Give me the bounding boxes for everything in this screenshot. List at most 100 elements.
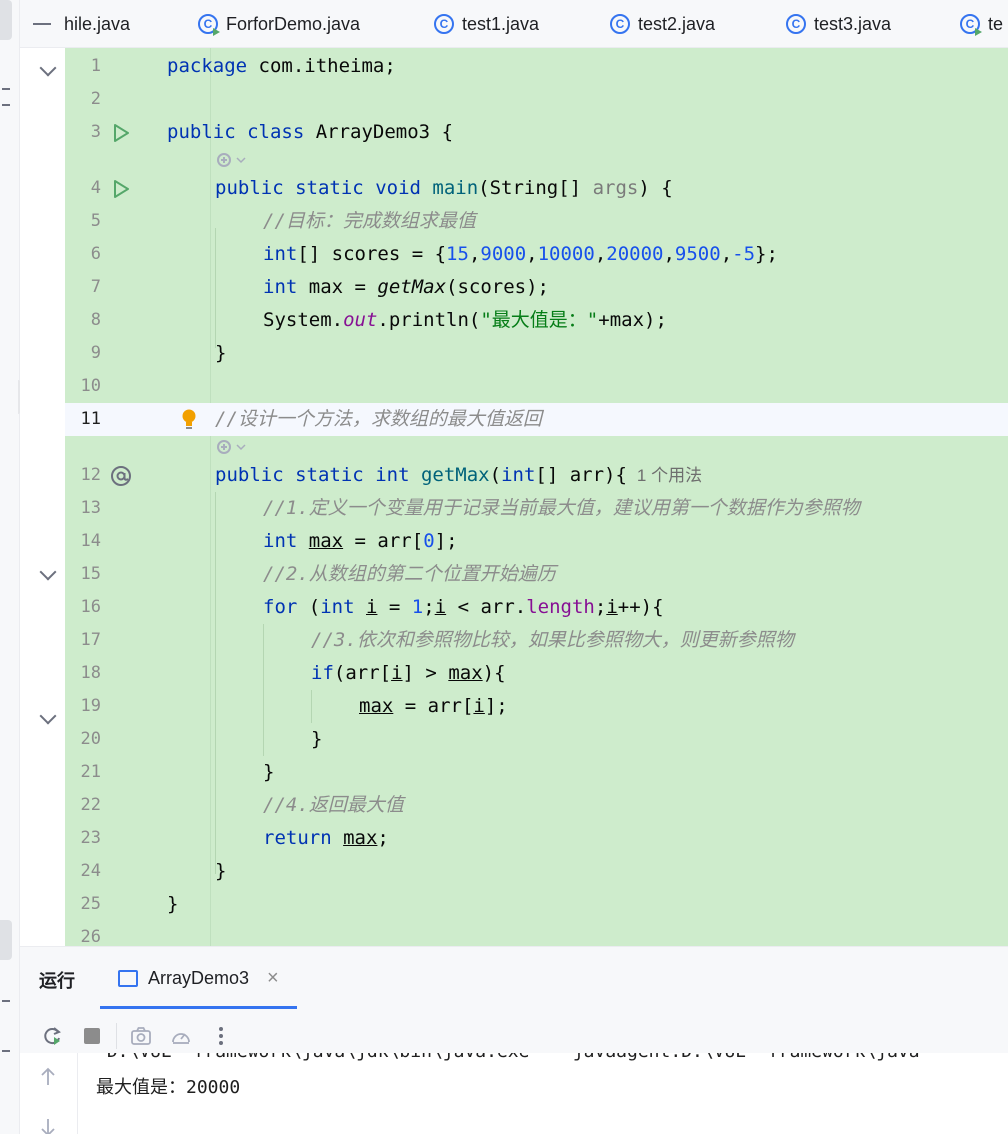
code-comment: //设计一个方法，求数组的最大值返回: [215, 408, 542, 430]
code-line[interactable]: 24 }: [65, 855, 1008, 888]
arrow-down-icon[interactable]: [40, 1117, 56, 1134]
code-line[interactable]: 17 //3.依次和参照物比较，如果比参照物大，则更新参照物: [65, 624, 1008, 657]
code-line[interactable]: 23 return max;: [65, 822, 1008, 855]
tab-test2-java[interactable]: C test2.java: [610, 0, 716, 47]
code-line[interactable]: 10: [65, 370, 1008, 403]
code-line[interactable]: 15 //2.从数组的第二个位置开始遍历: [65, 558, 1008, 591]
line-number: 5: [90, 211, 101, 231]
code-line[interactable]: 2: [65, 83, 1008, 116]
code-line[interactable]: 7 int max = getMax(scores);: [65, 271, 1008, 304]
class-icon: C: [434, 14, 454, 34]
code-line[interactable]: 18 if(arr[i] > max){: [65, 657, 1008, 690]
tool-strip-icon[interactable]: [2, 1050, 10, 1052]
stop-icon: [84, 1028, 100, 1044]
code-text: int max = getMax(scores);: [263, 276, 549, 298]
tool-strip-icon[interactable]: [2, 104, 10, 106]
tab-label: te: [988, 13, 1004, 34]
fold-chevron-icon[interactable]: [39, 563, 57, 581]
code-line[interactable]: 8 System.out.println("最大值是："+max);: [65, 304, 1008, 337]
line-number: 6: [90, 244, 101, 264]
code-text: max = arr[i];: [359, 695, 508, 717]
console-side-toolbar: [20, 1053, 78, 1134]
ai-hint-icon[interactable]: [215, 437, 246, 457]
run-tab-arraydemo3[interactable]: ArrayDemo3 ×: [100, 947, 297, 1009]
line-number: 16: [80, 597, 101, 617]
code-line[interactable]: 14 int max = arr[0];: [65, 525, 1008, 558]
code-line[interactable]: 6 int[] scores = {15,9000,10000,20000,95…: [65, 238, 1008, 271]
line-number: 20: [80, 729, 101, 749]
code-text: package com.itheima;: [167, 55, 396, 77]
line-number: 14: [80, 531, 101, 551]
screenshot-button[interactable]: [121, 1019, 161, 1053]
line-number: 18: [80, 663, 101, 683]
code-text: public static void main(String[] args) {: [215, 177, 673, 199]
code-line[interactable]: 13 //1.定义一个变量用于记录当前最大值，建议用第一个数据作为参照物: [65, 492, 1008, 525]
code-area[interactable]: 1 package com.itheima; 2 3 public class …: [65, 48, 1008, 946]
code-line[interactable]: 25 }: [65, 888, 1008, 921]
left-tool-strip: [0, 0, 20, 1134]
toolbar-separator: [116, 1023, 117, 1049]
code-line[interactable]: 4 public static void main(String[] args)…: [65, 172, 1008, 205]
run-header: 运行 ArrayDemo3 ×: [20, 947, 1008, 1009]
run-gutter-icon[interactable]: [109, 172, 133, 205]
tab-label: test1.java: [462, 13, 540, 34]
code-line[interactable]: 19 max = arr[i];: [65, 690, 1008, 723]
rerun-button[interactable]: [32, 1019, 72, 1053]
tabs-menu-button[interactable]: [20, 0, 64, 47]
arrow-up-icon[interactable]: [40, 1067, 56, 1092]
code-text: int[] scores = {15,9000,10000,20000,9500…: [263, 243, 778, 265]
tab-label: test3.java: [814, 13, 892, 34]
tool-strip-tab[interactable]: [0, 920, 12, 960]
profiler-button[interactable]: [161, 1019, 201, 1053]
fold-chevron-icon[interactable]: [39, 707, 57, 725]
console-icon: [118, 969, 138, 987]
tool-strip-icon[interactable]: [2, 88, 10, 90]
active-tab-underline: [100, 1006, 297, 1009]
code-line[interactable]: 5 //目标：完成数组求最值: [65, 205, 1008, 238]
code-text: int max = arr[0];: [263, 530, 458, 552]
line-number: 24: [80, 861, 101, 881]
code-text: if(arr[i] > max){: [311, 662, 506, 684]
code-comment: //3.依次和参照物比较，如果比参照物大，则更新参照物: [311, 629, 794, 651]
usages-at-icon[interactable]: [109, 459, 133, 492]
lightbulb-icon[interactable]: [177, 403, 201, 436]
code-line[interactable]: 20 }: [65, 723, 1008, 756]
console-output[interactable]: "D:\VUE framework\java\jdk\bin\java.exe"…: [78, 1053, 1008, 1134]
stop-button[interactable]: [72, 1019, 112, 1053]
tab-partial[interactable]: C te: [960, 0, 1004, 47]
code-line[interactable]: 12 public static int getMax(int[] arr){1…: [65, 459, 1008, 492]
tab-test3-java[interactable]: C test3.java: [786, 0, 892, 47]
line-number: 19: [80, 696, 101, 716]
code-text: return max;: [263, 827, 389, 849]
run-panel-title: 运行: [39, 971, 75, 991]
code-line[interactable]: 9 }: [65, 337, 1008, 370]
tool-strip-icon[interactable]: [2, 1000, 10, 1002]
code-editor[interactable]: 1 package com.itheima; 2 3 public class …: [20, 48, 1008, 946]
tab-hile-java[interactable]: hile.java: [64, 0, 130, 47]
tab-test1-java[interactable]: C test1.java: [434, 0, 540, 47]
minus-icon: [33, 23, 51, 25]
close-tab-icon[interactable]: ×: [267, 967, 279, 990]
tab-label: test2.java: [638, 13, 716, 34]
code-line[interactable]: 3 public class ArrayDemo3 {: [65, 116, 1008, 149]
code-text: System.out.println("最大值是："+max);: [263, 309, 667, 331]
code-line[interactable]: 22 //4.返回最大值: [65, 789, 1008, 822]
code-text: }: [263, 761, 275, 783]
code-comment: //4.返回最大值: [263, 794, 404, 816]
tool-strip-tab[interactable]: [0, 0, 12, 40]
fold-chevron-icon[interactable]: [39, 59, 57, 77]
code-line[interactable]: 16 for (int i = 1;i < arr.length;i++){: [65, 591, 1008, 624]
code-line[interactable]: 26: [65, 921, 1008, 946]
code-line-active[interactable]: 11 //设计一个方法，求数组的最大值返回: [65, 403, 1008, 436]
class-icon: C: [786, 14, 806, 34]
code-line[interactable]: 21 }: [65, 756, 1008, 789]
more-options-button[interactable]: [201, 1019, 241, 1053]
ai-hint-icon[interactable]: [215, 150, 246, 170]
line-number: 12: [80, 465, 101, 485]
code-line[interactable]: 1 package com.itheima;: [65, 50, 1008, 83]
usages-hint[interactable]: 1 个用法: [637, 466, 702, 485]
tab-forfordemo-java[interactable]: C ForforDemo.java: [198, 0, 360, 47]
fold-gutter: [20, 48, 65, 946]
line-number: 10: [80, 376, 101, 396]
run-gutter-icon[interactable]: [109, 116, 133, 149]
